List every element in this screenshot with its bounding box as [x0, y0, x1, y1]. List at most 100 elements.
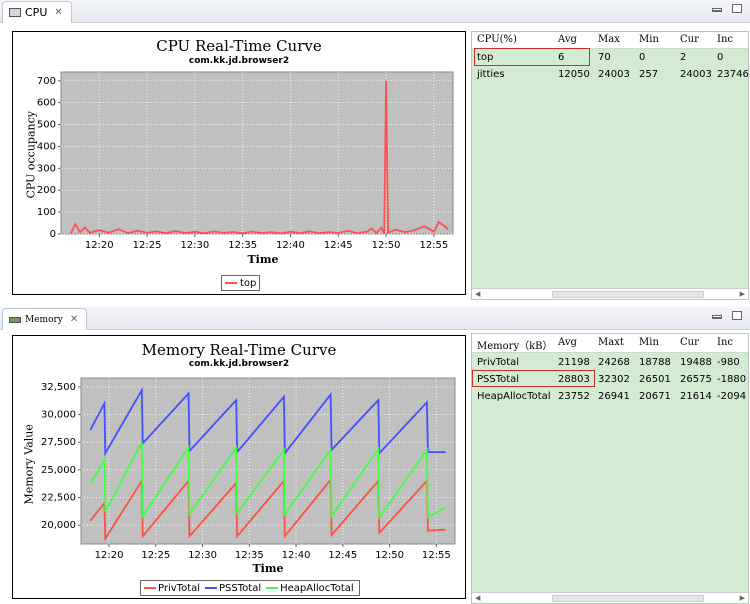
- memory-tab-bar: Memory ✕: [0, 307, 750, 330]
- x-tick-label: 12:25: [141, 550, 170, 561]
- row-avg: 28803: [558, 374, 590, 385]
- row-inc: 23746: [717, 69, 749, 80]
- col-header[interactable]: Inc: [717, 337, 733, 348]
- horizontal-scrollbar[interactable]: ◀ ▶: [472, 288, 748, 299]
- plot-area: [60, 71, 454, 235]
- y-tick-label: 32,500: [41, 382, 76, 393]
- legend-item: PSSTotal: [205, 583, 261, 594]
- x-tick-label: 12:45: [324, 240, 353, 251]
- y-tick-label: 25,000: [41, 465, 76, 476]
- x-tick-label: 12:55: [419, 240, 448, 251]
- row-cur: 26575: [680, 374, 712, 385]
- horizontal-scrollbar[interactable]: ◀ ▶: [472, 592, 748, 603]
- legend-label-top: top: [240, 277, 257, 289]
- col-header[interactable]: Memory（kB）: [477, 337, 553, 352]
- row-inc: -2094: [717, 391, 747, 402]
- scroll-left-icon[interactable]: ◀: [475, 594, 480, 602]
- row-avg: 23752: [558, 391, 590, 402]
- col-header[interactable]: Maxt: [598, 337, 624, 348]
- x-tick-label: 12:30: [188, 550, 217, 561]
- row-max: 70: [598, 52, 611, 63]
- row-name: jitties: [477, 69, 505, 80]
- y-tick-label: 500: [37, 120, 56, 131]
- col-header[interactable]: Cur: [680, 337, 699, 348]
- y-tick-label: 0: [50, 229, 56, 240]
- x-tick-label: 12:40: [282, 550, 311, 561]
- row-cur: 19488: [680, 357, 712, 368]
- memory-stats-table: Memory（kB） Avg Maxt Min Cur Inc PrivTota…: [471, 333, 749, 604]
- scroll-right-icon[interactable]: ▶: [740, 594, 745, 602]
- minimize-icon[interactable]: [712, 8, 722, 12]
- minimize-icon[interactable]: [712, 315, 722, 319]
- memory-plot: 20,000 22,500 25,000 27,500 30,000 32,500 12:2…: [41, 377, 456, 561]
- x-tick-label: 12:20: [85, 240, 114, 251]
- row-min: 26501: [639, 374, 671, 385]
- legend-swatch-top: [225, 282, 237, 284]
- close-icon[interactable]: ✕: [70, 314, 78, 325]
- row-inc: -1880: [717, 374, 747, 385]
- legend-label: PSSTotal: [219, 582, 262, 594]
- col-header[interactable]: Inc: [717, 34, 733, 45]
- legend-swatch-heapalloctotal: [266, 587, 279, 589]
- row-min: 18788: [639, 357, 671, 368]
- y-tick-label: 600: [37, 98, 56, 109]
- row-cur: 24003: [680, 69, 712, 80]
- x-tick-label: 12:25: [133, 240, 162, 251]
- x-tick-label: 12:50: [375, 550, 404, 561]
- row-avg: 6: [558, 52, 565, 63]
- x-tick-label: 12:40: [276, 240, 305, 251]
- row-min: 257: [639, 69, 659, 80]
- col-header[interactable]: Avg: [558, 34, 577, 45]
- col-header[interactable]: CPU(%): [477, 34, 517, 45]
- row-avg: 21198: [558, 357, 590, 368]
- col-header[interactable]: Avg: [558, 337, 577, 348]
- memory-legend: PrivTotal PSSTotal HeapAllocTotal: [140, 580, 360, 596]
- memory-x-axis-label: Time: [252, 562, 284, 575]
- scroll-right-icon[interactable]: ▶: [740, 290, 745, 298]
- memory-panel: Memory ✕ Memory Real-Time Curve com.kk.j…: [0, 307, 750, 604]
- x-tick-label: 12:35: [228, 240, 257, 251]
- memory-table-header: Memory（kB） Avg Maxt Min Cur Inc: [472, 334, 748, 353]
- scrollbar-thumb[interactable]: [552, 595, 704, 602]
- y-tick-label: 100: [37, 207, 56, 218]
- y-tick-label: 200: [37, 185, 56, 196]
- y-tick-label: 22,500: [41, 493, 76, 504]
- col-header[interactable]: Min: [639, 34, 659, 45]
- maximize-icon[interactable]: [732, 4, 742, 13]
- cpu-table-header: CPU(%) Avg Max Min Cur Inc: [472, 32, 748, 49]
- x-tick-label: 12:30: [180, 240, 209, 251]
- y-tick-label: 27,500: [41, 437, 76, 448]
- cpu-x-axis-label: Time: [247, 253, 279, 266]
- y-tick-label: 20,000: [41, 520, 76, 531]
- row-cur: 2: [680, 52, 687, 63]
- memory-chip-icon: [9, 316, 21, 323]
- row-min: 0: [639, 52, 646, 63]
- tab-cpu[interactable]: CPU ✕: [2, 1, 72, 23]
- cpu-legend: top: [221, 275, 261, 291]
- maximize-icon[interactable]: [732, 311, 742, 320]
- x-tick-label: 12:45: [328, 550, 357, 561]
- col-header[interactable]: Cur: [680, 34, 699, 45]
- row-name: top: [477, 52, 494, 63]
- tab-memory-label: Memory: [25, 314, 63, 325]
- scrollbar-thumb[interactable]: [552, 291, 704, 298]
- row-cur: 21614: [680, 391, 712, 402]
- x-tick-label: 12:20: [95, 550, 124, 561]
- row-avg: 12050: [558, 69, 590, 80]
- x-tick-label: 12:55: [422, 550, 451, 561]
- legend-swatch-privtotal: [144, 587, 156, 589]
- row-max: 32302: [598, 374, 630, 385]
- cpu-chart: CPU Real-Time Curve com.kk.jd.browser2 C…: [12, 31, 466, 295]
- legend-item: HeapAllocTotal: [266, 583, 354, 594]
- col-header[interactable]: Max: [598, 34, 620, 45]
- legend-item: PrivTotal: [144, 583, 200, 594]
- close-icon[interactable]: ✕: [54, 7, 62, 18]
- scroll-left-icon[interactable]: ◀: [475, 290, 480, 298]
- cpu-stats-table: CPU(%) Avg Max Min Cur Inc top 6 70 0 2 …: [471, 31, 749, 300]
- y-tick-label: 700: [37, 76, 56, 87]
- tab-memory[interactable]: Memory ✕: [2, 308, 88, 330]
- legend-label: PrivTotal: [158, 582, 201, 594]
- row-max: 24268: [598, 357, 630, 368]
- monitor-icon: [9, 8, 21, 17]
- col-header[interactable]: Min: [639, 337, 659, 348]
